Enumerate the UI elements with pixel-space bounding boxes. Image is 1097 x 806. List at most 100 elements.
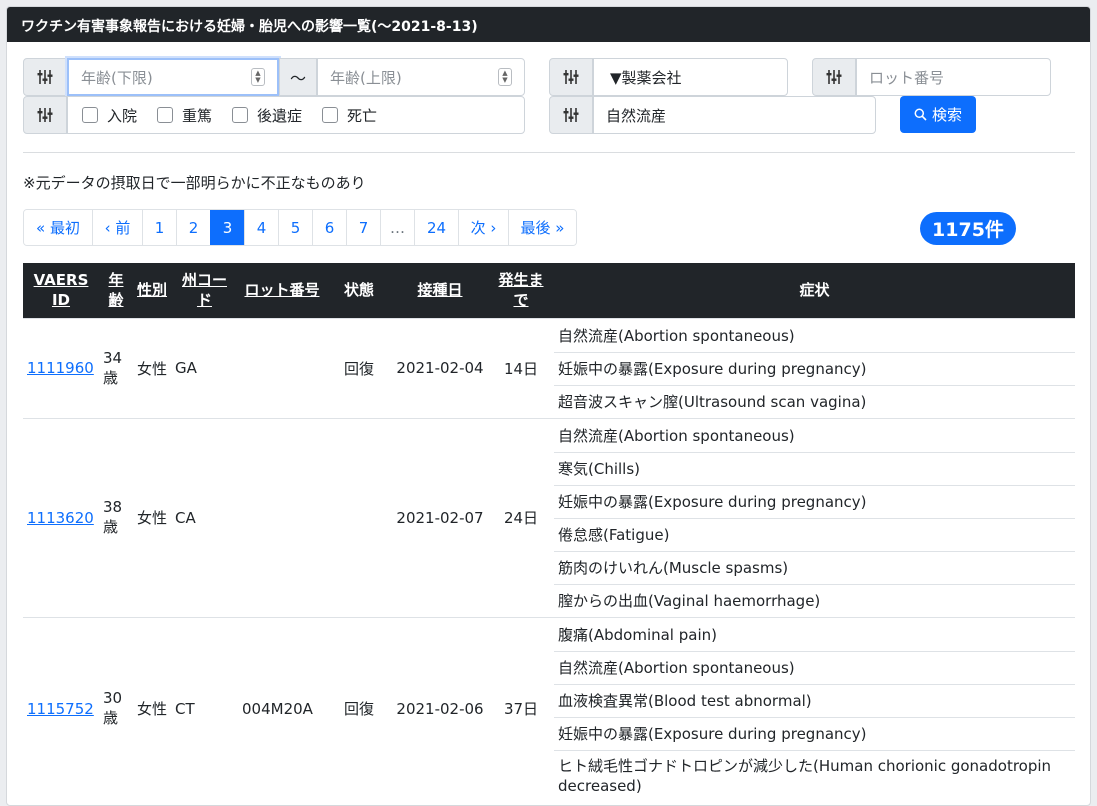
page-prev[interactable]: ‹ 前: [92, 210, 142, 245]
data-note: ※元データの摂取日で一部明らかに不正なものあり: [23, 174, 366, 192]
symptom-input[interactable]: 自然流産: [593, 96, 876, 134]
age-cell: 38歳: [99, 417, 133, 617]
symptom-item: 倦怠感(Fatigue): [554, 517, 1075, 551]
page-24[interactable]: 24: [414, 210, 458, 245]
vaers-id-link[interactable]: 1115752: [27, 700, 94, 718]
table-row: 1111960 34歳 女性 GA 回復 2021-02-04 14日 自然流産…: [23, 317, 1075, 418]
status-checks-group: 入院 重篤 後遺症 死亡: [23, 96, 525, 134]
page-2[interactable]: 2: [176, 210, 210, 245]
symptom-item: 腹痛(Abdominal pain): [558, 625, 717, 644]
symptom-item: 自然流産(Abortion spontaneous): [558, 426, 795, 445]
result-count-badge: 1175件: [920, 212, 1016, 245]
onset-cell: 24日: [488, 417, 554, 617]
symptom-item: 膣からの出血(Vaginal haemorrhage): [554, 583, 1075, 617]
table-row: 1113620 38歳 女性 CA 2021-02-07 24日 自然流産(Ab…: [23, 417, 1075, 617]
symptom-item: ヒト絨毛性ゴナドトロピンが減少した(Human chorionic gonado…: [554, 749, 1075, 800]
header-sex[interactable]: 性別: [133, 263, 171, 318]
header-vax-date[interactable]: 接種日: [392, 263, 488, 318]
symptom-item: 妊娠中の暴露(Exposure during pregnancy): [554, 351, 1075, 385]
age-cell: 30歳: [99, 616, 133, 800]
header-onset[interactable]: 発生まで: [488, 263, 554, 318]
pagination: « 最初 ‹ 前 1 2 3 4 5 6 7 … 24 次 › 最後 »: [23, 209, 577, 246]
checkbox-box[interactable]: [322, 107, 339, 123]
sliders-icon: [23, 58, 67, 96]
header-state[interactable]: 州コード: [171, 263, 238, 318]
lot-cell: 004M20A: [238, 616, 326, 800]
age-cell: 34歳: [99, 317, 133, 418]
age-max-placeholder: 年齢(上限): [330, 68, 402, 87]
status-cell: [326, 417, 392, 617]
range-separator: 〜: [279, 58, 317, 96]
onset-cell: 37日: [488, 616, 554, 800]
manufacturer-group: ▼製薬会社: [549, 58, 788, 96]
state-cell: CA: [171, 417, 238, 617]
symptom-item: 自然流産(Abortion spontaneous): [554, 650, 1075, 684]
checkbox-sequelae[interactable]: 後遺症: [232, 105, 302, 126]
lot-group: ロット番号: [812, 58, 1051, 96]
header-vaers-id[interactable]: VAERS ID: [23, 263, 99, 318]
lot-input[interactable]: ロット番号: [856, 58, 1051, 96]
vax-date-cell: 2021-02-07: [392, 417, 488, 617]
page-3-current[interactable]: 3: [210, 210, 244, 245]
header-lot[interactable]: ロット番号: [238, 263, 326, 318]
state-cell: GA: [171, 317, 238, 418]
age-min-spinner[interactable]: ▲ ▼: [251, 68, 265, 86]
header-status: 状態: [326, 263, 392, 318]
status-cell: 回復: [326, 317, 392, 418]
page-ellipsis: …: [380, 210, 414, 245]
page-4[interactable]: 4: [244, 210, 278, 245]
main-card: ワクチン有害事象報告における妊婦・胎児への影響一覧(〜2021-8-13) 年齢…: [6, 6, 1091, 806]
table-row: 1115752 30歳 女性 CT 004M20A 回復 2021-02-06 …: [23, 616, 1075, 800]
results-table: VAERS ID 年齢 性別 州コード ロット番号 状態 接種日 発生まで 症状…: [23, 263, 1075, 800]
age-min-placeholder: 年齢(下限): [81, 68, 153, 87]
sliders-icon: [812, 58, 856, 96]
state-cell: CT: [171, 616, 238, 800]
page-first[interactable]: « 最初: [24, 210, 92, 245]
symptom-item: 寒気(Chills): [554, 451, 1075, 485]
age-range-group: 年齢(下限) ▲ ▼ 〜 年齢(上限) ▲ ▼: [23, 58, 525, 96]
symptom-item: 血液検査異常(Blood test abnormal): [554, 683, 1075, 717]
page-7[interactable]: 7: [346, 210, 380, 245]
manufacturer-select[interactable]: ▼製薬会社: [593, 58, 788, 96]
vaers-id-link[interactable]: 1111960: [27, 359, 94, 377]
age-max-input[interactable]: 年齢(上限) ▲ ▼: [317, 58, 525, 96]
checkbox-box[interactable]: [82, 107, 98, 123]
age-min-input[interactable]: 年齢(下限) ▲ ▼: [67, 58, 279, 96]
sliders-icon: [549, 58, 593, 96]
checkbox-death[interactable]: 死亡: [322, 105, 377, 126]
search-button[interactable]: 検索: [900, 96, 976, 133]
search-icon: [914, 108, 927, 121]
page-5[interactable]: 5: [278, 210, 312, 245]
symptom-list: 自然流産(Abortion spontaneous) 寒気(Chills) 妊娠…: [554, 417, 1075, 617]
symptom-list: 自然流産(Abortion spontaneous) 妊娠中の暴露(Exposu…: [554, 317, 1075, 418]
page-6[interactable]: 6: [312, 210, 346, 245]
page-next[interactable]: 次 ›: [458, 210, 508, 245]
lot-cell: [238, 317, 326, 418]
table-header-row: VAERS ID 年齢 性別 州コード ロット番号 状態 接種日 発生まで 症状: [23, 263, 1075, 318]
search-label: 検索: [931, 106, 962, 124]
age-max-spinner[interactable]: ▲ ▼: [498, 68, 512, 86]
onset-cell: 14日: [488, 317, 554, 418]
symptom-item: 筋肉のけいれん(Muscle spasms): [554, 550, 1075, 584]
sliders-icon: [549, 96, 593, 134]
page-1[interactable]: 1: [142, 210, 176, 245]
sex-cell: 女性: [133, 616, 171, 800]
checkbox-box[interactable]: [232, 107, 249, 123]
sliders-icon: [23, 96, 67, 134]
vaers-id-link[interactable]: 1113620: [27, 509, 94, 527]
symptom-item: 妊娠中の暴露(Exposure during pregnancy): [554, 484, 1075, 518]
checkbox-box[interactable]: [157, 107, 174, 123]
header-symptoms: 症状: [554, 263, 1075, 318]
symptom-list: 腹痛(Abdominal pain) 自然流産(Abortion spontan…: [554, 616, 1075, 800]
symptom-item: 妊娠中の暴露(Exposure during pregnancy): [554, 716, 1075, 750]
checkbox-serious[interactable]: 重篤: [157, 105, 212, 126]
divider: [23, 152, 1075, 153]
lot-cell: [238, 417, 326, 617]
page-title: ワクチン有害事象報告における妊婦・胎児への影響一覧(〜2021-8-13): [7, 7, 1090, 42]
symptom-group: 自然流産: [549, 96, 876, 134]
checkbox-hospitalized[interactable]: 入院: [82, 105, 137, 126]
page-last[interactable]: 最後 »: [508, 210, 576, 245]
symptom-item: 超音波スキャン膣(Ultrasound scan vagina): [554, 384, 1075, 418]
header-age[interactable]: 年齢: [99, 263, 133, 318]
status-cell: 回復: [326, 616, 392, 800]
